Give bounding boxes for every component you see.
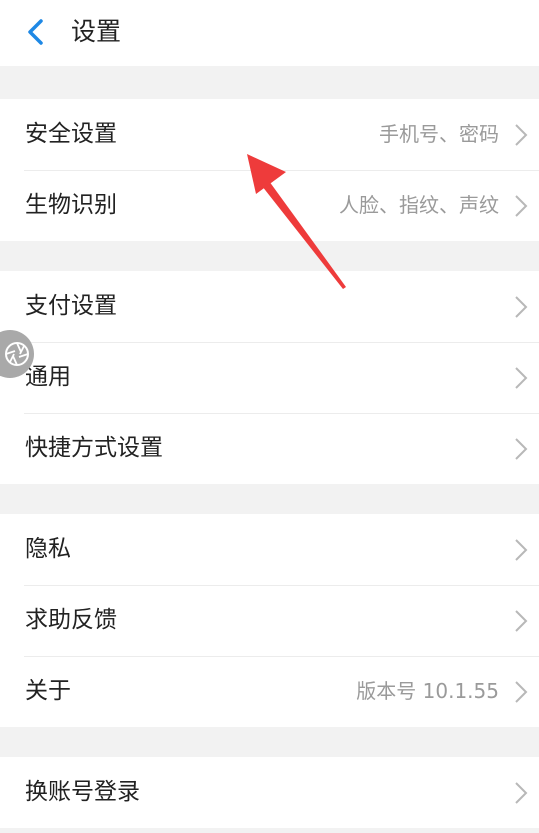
chevron-right-icon [515, 681, 528, 703]
settings-item-label: 生物识别 [25, 192, 117, 218]
chevron-right-icon [515, 782, 528, 804]
settings-item-label: 求助反馈 [25, 607, 117, 633]
chevron-right-icon [515, 539, 528, 561]
settings-item-value: 人脸、指纹、声纹 [339, 193, 499, 217]
shutter-icon [5, 342, 29, 366]
settings-item-label: 关于 [25, 678, 71, 704]
settings-item-label: 快捷方式设置 [25, 435, 163, 461]
settings-item-value: 版本号 10.1.55 [356, 679, 499, 703]
settings-item-shortcuts[interactable]: 快捷方式设置 [0, 413, 539, 484]
settings-item-about[interactable]: 关于 版本号 10.1.55 [0, 656, 539, 727]
chevron-left-icon[interactable] [24, 18, 48, 46]
settings-item-general[interactable]: 通用 [0, 342, 539, 413]
chevron-right-icon [515, 195, 528, 217]
top-bar: 设置 [0, 0, 539, 66]
page-title: 设置 [71, 17, 122, 46]
settings-group-about: 隐私 求助反馈 关于 版本号 10.1.55 [0, 514, 539, 727]
chevron-right-icon [515, 610, 528, 632]
settings-group-account: 安全设置 手机号、密码 生物识别 人脸、指纹、声纹 [0, 99, 539, 241]
chevron-right-icon [515, 367, 528, 389]
settings-item-feedback[interactable]: 求助反馈 [0, 585, 539, 656]
settings-item-biometrics[interactable]: 生物识别 人脸、指纹、声纹 [0, 170, 539, 241]
chevron-right-icon [515, 438, 528, 460]
chevron-right-icon [515, 296, 528, 318]
settings-item-label: 支付设置 [25, 293, 117, 319]
settings-item-value: 手机号、密码 [379, 122, 499, 146]
chevron-right-icon [515, 124, 528, 146]
settings-item-label: 安全设置 [25, 121, 117, 147]
settings-item-security[interactable]: 安全设置 手机号、密码 [0, 99, 539, 170]
settings-item-switch-account[interactable]: 换账号登录 [0, 757, 539, 828]
settings-group-account-switch: 换账号登录 [0, 757, 539, 828]
settings-item-label: 隐私 [25, 536, 71, 562]
settings-group-general: 支付设置 通用 快捷方式设置 [0, 271, 539, 484]
settings-item-label: 换账号登录 [25, 779, 140, 805]
settings-item-privacy[interactable]: 隐私 [0, 514, 539, 585]
settings-item-payment[interactable]: 支付设置 [0, 271, 539, 342]
